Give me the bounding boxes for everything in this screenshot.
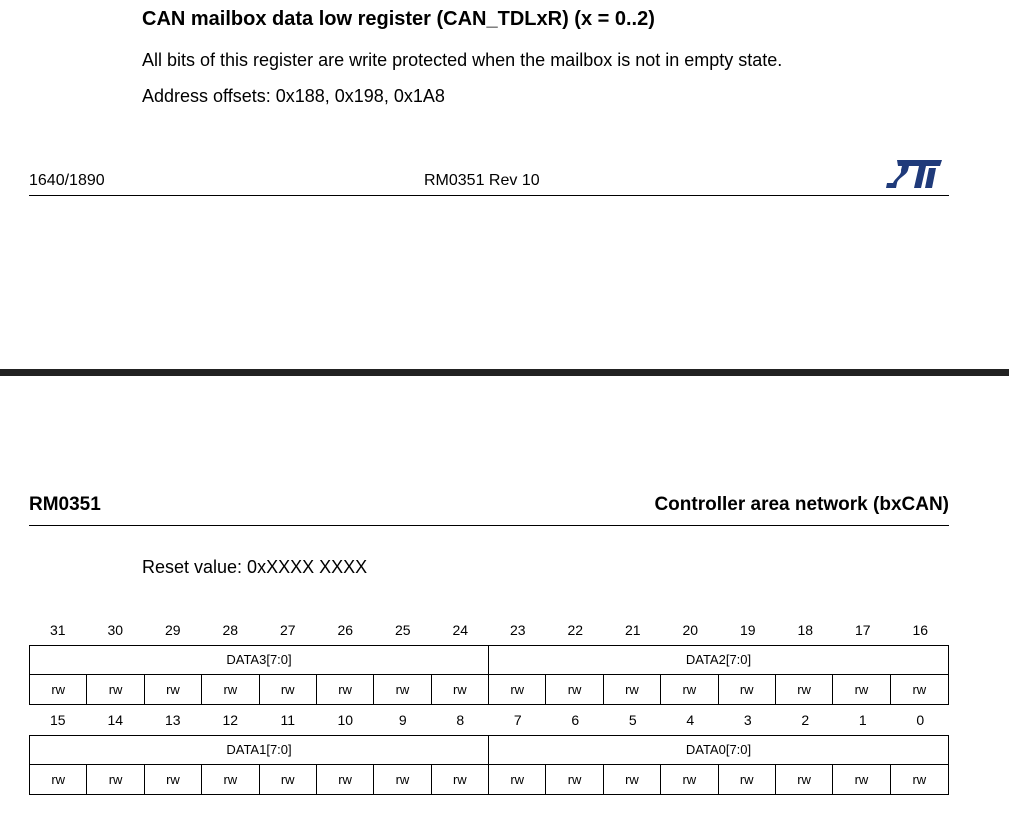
bit-number: 11 (280, 712, 296, 728)
bit-number: 13 (164, 712, 181, 728)
access-type: rw (87, 765, 145, 794)
access-type: rw (145, 675, 203, 704)
access-type: rw (719, 675, 776, 704)
access-type: rw (546, 675, 604, 704)
header-section-title: Controller area network (bxCAN) (654, 494, 949, 515)
bit-number: 27 (279, 622, 296, 638)
access-type: rw (912, 682, 927, 697)
field-row-upper: DATA3[7:0] DATA2[7:0] (29, 645, 949, 675)
bit-number: 1 (858, 712, 867, 728)
bit-number: 3 (743, 712, 752, 728)
bit-number: 25 (394, 622, 411, 638)
header-document-id: RM0351 (29, 494, 101, 515)
access-type: rw (661, 765, 719, 794)
access-type: rw (489, 765, 547, 794)
bit-number: 19 (739, 622, 756, 638)
bit-number: 15 (49, 712, 66, 728)
access-type: rw (833, 675, 891, 704)
bit-number: 9 (398, 712, 407, 728)
bit-number: 24 (452, 622, 469, 638)
bit-number: 16 (912, 622, 929, 638)
bit-table-upper: 31 30 29 28 27 26 25 24 23 22 21 20 19 1… (29, 615, 949, 705)
field-row-lower: DATA1[7:0] DATA0[7:0] (29, 735, 949, 765)
access-type: rw (30, 765, 88, 794)
access-type: rw (489, 675, 547, 704)
bit-number: 18 (797, 622, 814, 638)
bit-number: 5 (628, 712, 637, 728)
page-break-bar (0, 369, 1009, 376)
field-data0: DATA0[7:0] (685, 742, 752, 757)
access-type: rw (604, 765, 662, 794)
register-title: CAN mailbox data low register (CAN_TDLxR… (142, 8, 655, 30)
bit-number: 22 (567, 622, 584, 638)
document-revision: RM0351 Rev 10 (424, 172, 540, 189)
access-type: rw (30, 675, 88, 704)
bit-number: 29 (164, 622, 181, 638)
bit-number: 17 (854, 622, 871, 638)
access-type: rw (776, 675, 834, 704)
reset-value: Reset value: 0xXXXX XXXX (142, 557, 368, 577)
bit-number: 7 (513, 712, 522, 728)
access-type: rw (202, 675, 260, 704)
access-type: rw (202, 765, 260, 794)
bit-number-row-upper: 31 30 29 28 27 26 25 24 23 22 21 20 19 1… (29, 615, 949, 645)
access-type: rw (317, 765, 375, 794)
bit-number: 14 (107, 712, 124, 728)
access-type: rw (87, 675, 145, 704)
bit-number: 30 (107, 622, 124, 638)
bit-number: 10 (337, 712, 354, 728)
bit-number: 12 (222, 712, 239, 728)
field-data3: DATA3[7:0] (30, 646, 489, 674)
access-type: rw (912, 772, 927, 787)
access-type: rw (260, 675, 317, 704)
bit-number: 26 (337, 622, 354, 638)
bit-number: 20 (682, 622, 699, 638)
bit-number: 21 (624, 622, 641, 638)
bit-number: 23 (509, 622, 526, 638)
field-data1: DATA1[7:0] (30, 736, 489, 764)
access-type: rw (260, 765, 317, 794)
bit-number: 28 (222, 622, 239, 638)
access-type: rw (661, 675, 719, 704)
access-type: rw (719, 765, 776, 794)
page-number: 1640/1890 (29, 172, 105, 189)
access-type: rw (776, 765, 834, 794)
access-row-lower: rw rw rw rw rw rw rw rw rw rw rw rw rw r… (29, 765, 949, 795)
page-header: RM0351 Controller area network (bxCAN) (29, 492, 949, 526)
access-type: rw (374, 675, 432, 704)
bit-number: 8 (456, 712, 465, 728)
bit-number-row-lower: 15 14 13 12 11 10 9 8 7 6 5 4 3 2 1 0 (29, 705, 949, 735)
bit-number: 2 (801, 712, 810, 728)
access-type: rw (374, 765, 432, 794)
bit-number: 31 (49, 622, 66, 638)
st-logo-icon (886, 160, 942, 188)
access-type: rw (546, 765, 604, 794)
access-type: rw (317, 675, 375, 704)
bit-number: 0 (916, 712, 925, 728)
bit-number: 4 (686, 712, 695, 728)
page-footer: 1640/1890 RM0351 Rev 10 (29, 158, 949, 196)
bit-table-lower: 15 14 13 12 11 10 9 8 7 6 5 4 3 2 1 0 DA… (29, 705, 949, 795)
access-type: rw (432, 675, 489, 704)
access-type: rw (833, 765, 891, 794)
access-row-upper: rw rw rw rw rw rw rw rw rw rw rw rw rw r… (29, 675, 949, 705)
access-type: rw (145, 765, 203, 794)
field-data2: DATA2[7:0] (685, 652, 752, 667)
access-type: rw (432, 765, 489, 794)
bit-number: 6 (571, 712, 580, 728)
register-address-offsets: Address offsets: 0x188, 0x198, 0x1A8 (142, 86, 445, 106)
register-note: All bits of this register are write prot… (142, 50, 783, 70)
access-type: rw (604, 675, 662, 704)
